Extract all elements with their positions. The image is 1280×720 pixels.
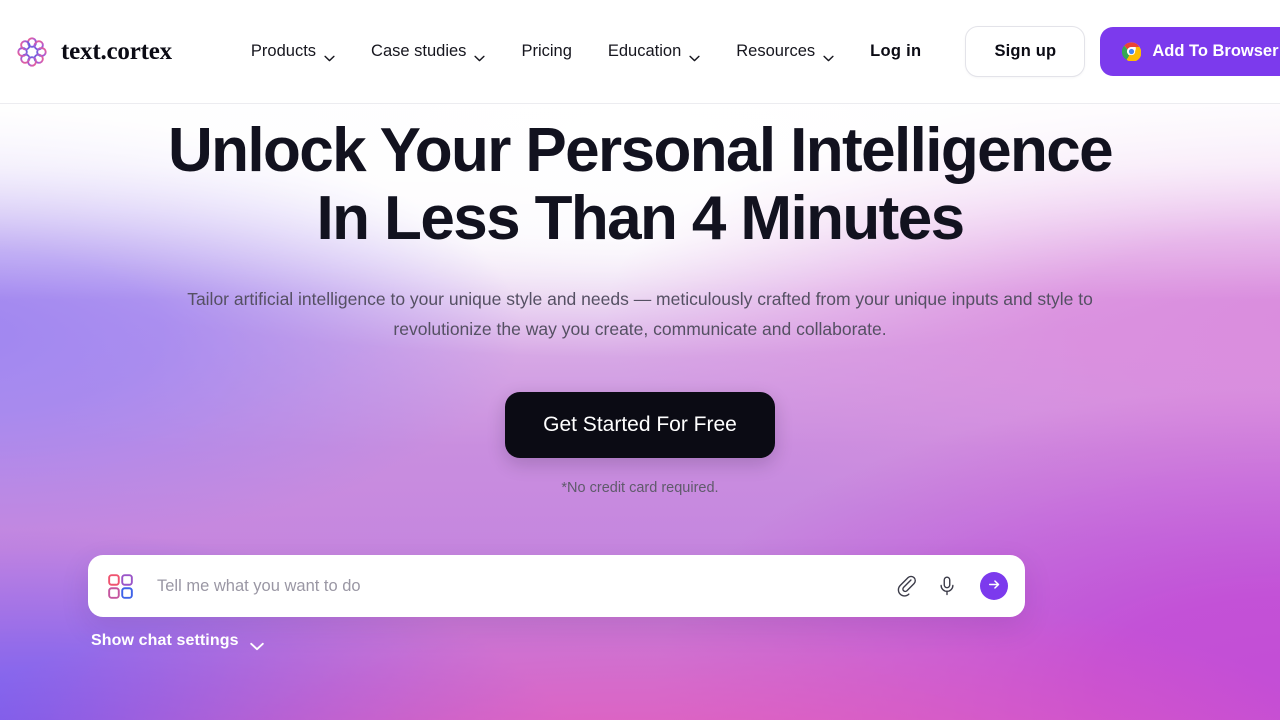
site-header: text.cortex Products Case studies Pricin… [0, 0, 1280, 104]
nav-item-pricing[interactable]: Pricing [503, 34, 589, 69]
nav-item-label: Case studies [371, 42, 467, 60]
textcortex-petal-logo-icon [14, 34, 50, 70]
add-to-browser-label: Add To Browser [1152, 42, 1279, 60]
apps-grid-icon[interactable] [108, 573, 133, 599]
headline-line-2: In Less Than 4 Minutes [316, 184, 966, 254]
nav-item-label: Education [607, 42, 682, 60]
page-title: Unlock Your Personal Intelligence In Les… [0, 116, 1280, 254]
cta-container: Get Started For Free *No credit card req… [0, 391, 1280, 496]
hero-subheadline: Tailor artificial intelligence to your u… [187, 289, 1093, 340]
nav-item-label: Resources [736, 42, 816, 60]
send-message-button[interactable] [980, 572, 1008, 600]
log-in-link[interactable]: Log in [852, 32, 939, 71]
paperclip-icon[interactable] [896, 575, 918, 597]
nav-item-label: Pricing [521, 42, 572, 60]
show-chat-settings-label: Show chat settings [91, 632, 239, 649]
headline-line-1: Unlock Your Personal Intelligence [167, 116, 1114, 185]
chevron-down-icon [823, 48, 834, 62]
brand-logo-link[interactable]: text.cortex [14, 34, 172, 70]
chat-zone: Show chat settings [88, 555, 1025, 652]
cta-note: *No credit card required. [561, 479, 719, 496]
get-started-button[interactable]: Get Started For Free [505, 391, 775, 458]
nav-item-products[interactable]: Products [233, 34, 353, 69]
sign-up-button[interactable]: Sign up [965, 26, 1086, 77]
nav-item-resources[interactable]: Resources [718, 34, 852, 69]
chat-action-buttons [896, 572, 1008, 600]
microphone-icon[interactable] [936, 575, 958, 597]
arrow-right-icon [987, 577, 1002, 595]
show-chat-settings-toggle[interactable]: Show chat settings [88, 630, 264, 652]
nav-item-case-studies[interactable]: Case studies [353, 34, 503, 69]
chevron-down-icon [324, 48, 335, 62]
chat-input-bar[interactable] [88, 555, 1025, 617]
primary-navigation: Products Case studies Pricing Education … [233, 34, 852, 69]
chrome-icon [1122, 42, 1142, 62]
header-actions: Log in Sign up Add To Browser [852, 26, 1280, 77]
hero-section: Unlock Your Personal Intelligence In Les… [0, 104, 1280, 496]
chevron-down-icon [689, 48, 700, 62]
chevron-down-icon [474, 48, 486, 62]
chevron-down-icon [249, 638, 264, 650]
chat-input[interactable] [157, 576, 896, 596]
brand-name: text.cortex [61, 37, 172, 65]
nav-item-label: Products [250, 42, 317, 60]
add-to-browser-button[interactable]: Add To Browser [1100, 27, 1280, 76]
page-root: text.cortex Products Case studies Pricin… [0, 0, 1280, 720]
nav-item-education[interactable]: Education [590, 34, 718, 69]
